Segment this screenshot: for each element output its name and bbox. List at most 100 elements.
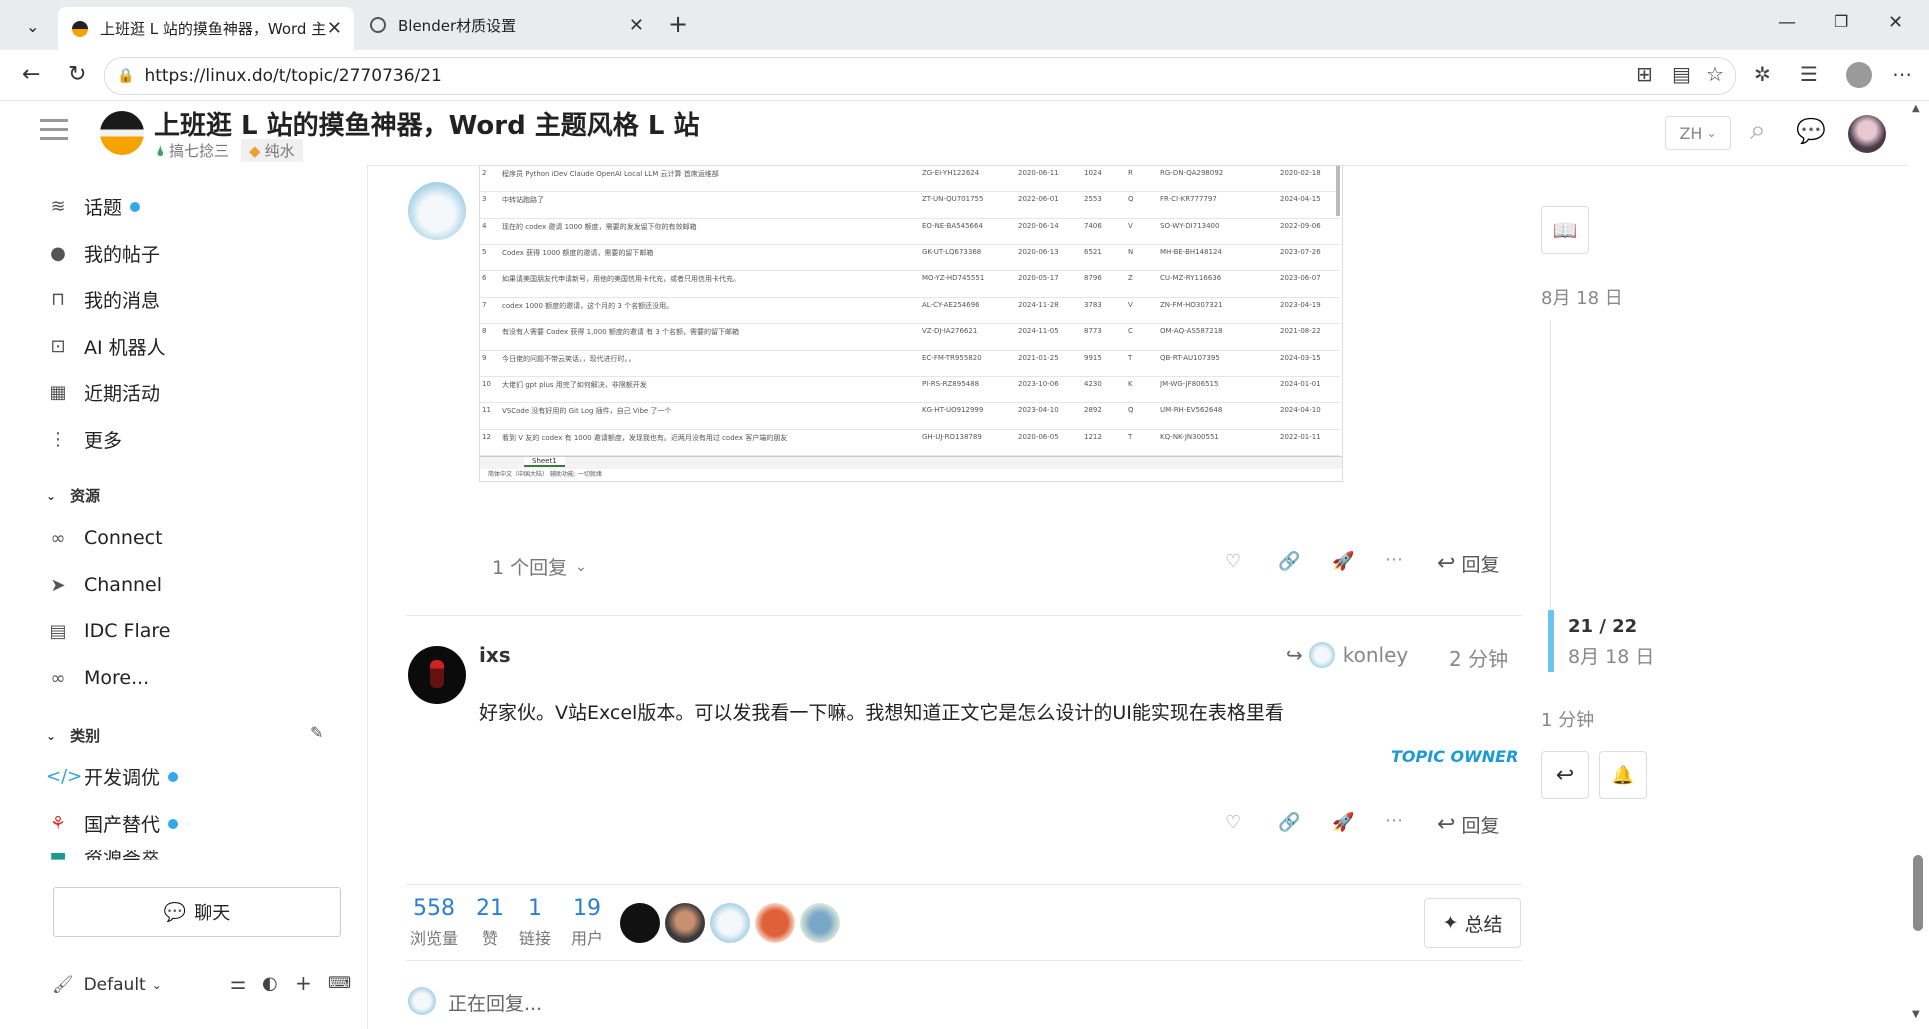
refresh-icon[interactable]: ↻ (68, 62, 86, 87)
sheet-cell: 2023-04-19 (1280, 300, 1321, 309)
timeline-bottom[interactable]: 1 分钟 (1541, 706, 1594, 732)
language-label: ZH (1679, 123, 1703, 143)
address-bar[interactable]: 🔒 https://linux.do/t/topic/2770736/21 (104, 57, 1736, 95)
category-link[interactable]: 搞七捻三 (169, 140, 229, 161)
sheet-cell: K (1128, 379, 1133, 388)
boost-rocket-icon[interactable]: 🚀 (1332, 812, 1354, 833)
topic-title[interactable]: 上班逛 L 站的摸鱼神器，Word 主题风格 L 站 (154, 105, 699, 142)
boost-rocket-icon[interactable]: 🚀 (1332, 551, 1354, 572)
copy-link-icon[interactable]: 🔗 (1278, 551, 1300, 572)
reply-topic-button[interactable]: ↩ (1541, 751, 1589, 799)
timeline-handle[interactable] (1548, 610, 1554, 672)
more-actions-icon[interactable]: ⋯ (1385, 810, 1403, 831)
replies-toggle[interactable]: 1 个回复 ⌄ (492, 553, 587, 580)
reader-view-icon[interactable]: ▤ (1672, 62, 1691, 86)
sidebar-item-channel[interactable]: ➤ Channel (46, 574, 162, 596)
timeline-top-date[interactable]: 8月 18 日 (1541, 284, 1623, 310)
post-author[interactable]: ixs (479, 643, 511, 667)
sheet-cell: JM-WG-JF806515 (1160, 379, 1219, 388)
section-title: 资源 (70, 487, 101, 505)
sheet-cell: PI-RS-RZ895488 (922, 379, 980, 388)
reply-button[interactable]: ↩ 回复 (1437, 550, 1499, 577)
reply-to-indicator[interactable]: ↪ konley (1286, 642, 1408, 668)
minimize-icon[interactable]: — (1778, 12, 1796, 33)
search-icon[interactable]: ⌕ (1750, 113, 1766, 147)
sidebar-item-my-posts[interactable]: ● 我的帖子 (46, 240, 160, 267)
sheet-cell: CU-MZ-RY116636 (1160, 274, 1222, 283)
participant-avatar[interactable] (665, 903, 705, 943)
sheet-cell: Q (1128, 406, 1134, 415)
contrast-icon[interactable]: ◐ (262, 973, 278, 994)
sheet-tabs-bar: Sheet1 (480, 456, 1342, 469)
like-heart-icon[interactable]: ♡ (1225, 551, 1241, 572)
new-tab-icon[interactable]: + (668, 10, 688, 38)
sidebar-item-events[interactable]: ▦ 近期活动 (46, 379, 160, 406)
close-window-icon[interactable]: ✕ (1888, 12, 1903, 33)
participant-avatar[interactable] (710, 903, 750, 943)
sidebar-item-category-domestic[interactable]: ⚘ 国产替代 (46, 810, 179, 837)
copy-link-icon[interactable]: 🔗 (1278, 812, 1300, 833)
profile-avatar-icon[interactable] (1846, 62, 1872, 88)
app-available-icon[interactable]: ⊞ (1636, 62, 1653, 86)
sheet-cell: AL-CY-AE254696 (922, 300, 980, 309)
close-tab-icon[interactable]: ✕ (629, 15, 644, 36)
sidebar-item-more[interactable]: ⋮ 更多 (46, 426, 122, 453)
chat-bubble-icon[interactable]: 💬 (1796, 117, 1826, 145)
summarize-button[interactable]: ✦ 总结 (1424, 898, 1521, 948)
restore-icon[interactable]: ❐ (1834, 12, 1848, 31)
filter-sliders-icon[interactable]: ⚌ (230, 973, 246, 994)
extensions-icon[interactable]: ✲ (1754, 62, 1771, 86)
sidebar-item-category-resources[interactable]: ▬ 资源荟萃 (46, 850, 160, 860)
sidebar-clip: ▬ 资源荟萃 (14, 850, 366, 860)
post-avatar[interactable] (408, 182, 466, 240)
sidebar-item-messages[interactable]: ⊓ 我的消息 (46, 286, 160, 313)
tag-badge[interactable]: ◆ 纯水 (241, 139, 303, 162)
resources-section-header[interactable]: ⌄ 资源 (46, 485, 100, 506)
sidebar-item-ai-bot[interactable]: ⊡ AI 机器人 (46, 333, 165, 360)
sidebar-item-connect[interactable]: ∞ Connect (46, 527, 163, 549)
like-heart-icon[interactable]: ♡ (1225, 812, 1241, 833)
participant-avatar[interactable] (800, 903, 840, 943)
back-icon[interactable]: ← (22, 62, 40, 87)
jump-to-top-button[interactable]: 📖 (1541, 206, 1589, 254)
sidebar-item-category-dev[interactable]: </> 开发调优 (46, 763, 179, 790)
sidebar-item-topics[interactable]: ≋ 话题 (46, 193, 141, 220)
edit-pencil-icon[interactable]: ✎ (310, 723, 323, 742)
participant-avatar[interactable] (620, 903, 660, 943)
tab-title: 上班逛 L 站的摸鱼神器，Word 主题 (100, 20, 327, 38)
chevron-down-icon: ⌄ (575, 558, 587, 575)
post-time[interactable]: 2 分钟 (1449, 643, 1508, 672)
theme-selector[interactable]: 🖌 Default ⌄ (52, 975, 162, 995)
more-actions-icon[interactable]: ⋯ (1385, 549, 1403, 570)
tab-blender[interactable]: Blender材质设置 ✕ (356, 7, 656, 43)
tab-linuxdo[interactable]: 上班逛 L 站的摸鱼神器，Word 主题 ✕ (58, 7, 354, 50)
add-icon[interactable]: + (295, 971, 312, 995)
page-scrollbar[interactable]: ▲ ▼ (1908, 101, 1929, 1025)
categories-section-header[interactable]: ⌄ 类别 (46, 725, 100, 746)
settings-more-icon[interactable]: ⋯ (1892, 62, 1912, 86)
notifications-button[interactable]: 🔔 (1599, 751, 1647, 799)
sidebar-item-idc-flare[interactable]: ▤ IDC Flare (46, 620, 170, 642)
tab-list-button[interactable]: ⌄ (12, 8, 56, 44)
language-select[interactable]: ZH ⌄ (1665, 116, 1731, 150)
favorites-icon[interactable]: ☰ (1800, 62, 1818, 86)
chat-button[interactable]: 💬 聊天 (53, 887, 341, 937)
sheet-cell: 现在的 codex 邀请 1000 额度，需要的发发留下你的有效邮箱 (502, 222, 697, 231)
excel-screenshot-image[interactable]: 2 程序员 Python iDev Claude OpenAI Local LLM… (479, 165, 1343, 482)
sheet-scrollbar (1336, 166, 1340, 216)
site-logo-icon[interactable] (100, 111, 144, 155)
close-tab-icon[interactable]: ✕ (327, 18, 342, 39)
stat-value: 1 (528, 896, 542, 921)
tab-title: Blender材质设置 (398, 16, 517, 35)
favorite-star-icon[interactable]: ☆ (1706, 62, 1724, 86)
hamburger-icon[interactable] (40, 119, 68, 141)
sheet-cell: 2021-01-25 (1018, 353, 1059, 362)
sheet-row: 6 如果请美国朋友代申请新号，用他的美国信用卡代充，或者只用信用卡代充。 MO-YZ… (480, 271, 1340, 298)
sidebar-item-more-resources[interactable]: ∞ More... (46, 667, 150, 689)
reply-button[interactable]: ↩ 回复 (1437, 811, 1499, 838)
keyboard-icon[interactable]: ⌨ (328, 973, 351, 992)
participant-avatar[interactable] (755, 903, 795, 943)
ixs-avatar[interactable] (408, 646, 466, 704)
user-avatar[interactable] (1848, 115, 1886, 153)
tag-icon: ◆ (249, 141, 261, 160)
